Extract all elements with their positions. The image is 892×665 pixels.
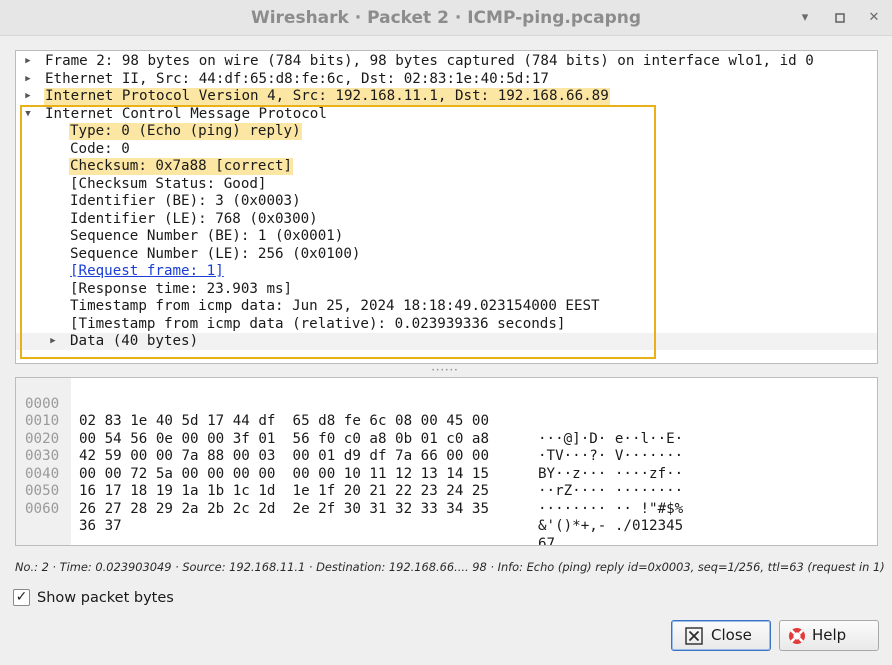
tree-item-timestamp-relative[interactable]: [Timestamp from icmp data (relative): 0.… bbox=[16, 316, 877, 333]
hex-bytes[interactable]: 26 27 28 29 2a 2b 2c 2d 2e 2f 30 31 32 3… bbox=[79, 501, 489, 519]
close-button[interactable]: Close bbox=[671, 620, 771, 651]
tree-item-icmp-code[interactable]: Code: 0 bbox=[16, 141, 877, 158]
tree-item-data[interactable]: ▶ Data (40 bytes) bbox=[16, 333, 877, 350]
hex-row[interactable]: 0060 36 37 67 bbox=[16, 483, 877, 546]
tree-item-label: Identifier (BE): 3 (0x0003) bbox=[70, 193, 301, 209]
help-button-label: Help bbox=[812, 626, 847, 644]
packet-bytes-pane[interactable]: 0000 02 83 1e 40 5d 17 44 df 65 d8 fe 6c… bbox=[15, 377, 878, 546]
tree-item-label: Code: 0 bbox=[70, 140, 130, 157]
tree-item-label: Type: 0 (Echo (ping) reply) bbox=[69, 123, 302, 140]
collapse-arrow-icon[interactable]: ▼ bbox=[22, 106, 34, 123]
lifebuoy-help-icon bbox=[789, 628, 805, 644]
help-button[interactable]: Help bbox=[779, 620, 879, 651]
tree-item-label: Timestamp from icmp data: Jun 25, 2024 1… bbox=[70, 298, 600, 314]
tree-item-icmp[interactable]: ▼ Internet Control Message Protocol bbox=[16, 106, 877, 123]
minimize-icon[interactable]: ▾ bbox=[795, 8, 815, 28]
packet-dialog: Wireshark · Packet 2 · ICMP-ping.pcapng … bbox=[0, 0, 892, 665]
tree-item-label: Ethernet II, Src: 44:df:65:d8:fe:6c, Dst… bbox=[45, 70, 549, 87]
close-button-label: Close bbox=[711, 626, 752, 644]
tree-item-label: [Response time: 23.903 ms] bbox=[70, 280, 293, 297]
expand-arrow-icon[interactable]: ▶ bbox=[22, 88, 34, 105]
tree-item-label: Internet Control Message Protocol bbox=[45, 105, 327, 122]
tree-item-response-time[interactable]: [Response time: 23.903 ms] bbox=[16, 281, 877, 298]
expand-arrow-icon[interactable]: ▶ bbox=[22, 71, 34, 88]
tree-item-label: Identifier (LE): 768 (0x0300) bbox=[70, 210, 318, 227]
hex-row[interactable]: 0010 00 54 56 0e 00 00 3f 01 56 f0 c0 a8… bbox=[16, 396, 877, 464]
hex-row[interactable]: 0030 00 00 72 5a 00 00 00 00 00 00 10 11… bbox=[16, 431, 877, 499]
tree-item-identifier-be[interactable]: Identifier (BE): 3 (0x0003) bbox=[16, 193, 877, 210]
expand-arrow-icon[interactable]: ▶ bbox=[22, 53, 34, 70]
hex-row[interactable]: 0020 42 59 00 00 7a 88 00 03 00 01 d9 df… bbox=[16, 413, 877, 482]
tree-item-icmp-type[interactable]: Type: 0 (Echo (ping) reply) bbox=[16, 123, 877, 140]
tree-item-label: Internet Protocol Version 4, Src: 192.16… bbox=[44, 88, 610, 105]
tree-item-checksum-status[interactable]: [Checksum Status: Good] bbox=[16, 176, 877, 193]
tree-item-request-frame[interactable]: [Request frame: 1] bbox=[16, 263, 877, 280]
tree-item-label: Data (40 bytes) bbox=[70, 333, 199, 349]
tree-item-frame[interactable]: ▶ Frame 2: 98 bytes on wire (784 bits), … bbox=[16, 53, 877, 70]
show-packet-bytes-label: Show packet bytes bbox=[37, 590, 174, 606]
hex-bytes[interactable]: 36 37 bbox=[79, 518, 122, 536]
close-x-icon bbox=[685, 627, 703, 645]
hex-row[interactable]: 0040 16 17 18 19 1a 1b 1c 1d 1e 1f 20 21… bbox=[16, 448, 877, 517]
close-icon[interactable]: ✕ bbox=[864, 8, 884, 28]
tree-item-label: [Timestamp from icmp data (relative): 0.… bbox=[70, 315, 566, 332]
tree-item-ethernet[interactable]: ▶ Ethernet II, Src: 44:df:65:d8:fe:6c, D… bbox=[16, 71, 877, 88]
packet-details-tree[interactable]: ▶ Frame 2: 98 bytes on wire (784 bits), … bbox=[15, 50, 878, 364]
show-packet-bytes-checkbox[interactable]: ✓ bbox=[13, 589, 30, 606]
tree-item-ipv4[interactable]: ▶ Internet Protocol Version 4, Src: 192.… bbox=[16, 88, 877, 105]
tree-item-checksum[interactable]: Checksum: 0x7a88 [correct] bbox=[16, 158, 877, 175]
tree-item-sequence-le[interactable]: Sequence Number (LE): 256 (0x0100) bbox=[16, 246, 877, 263]
packet-summary-status: No.: 2 · Time: 0.023903049 · Source: 192… bbox=[15, 560, 885, 574]
tree-item-sequence-be[interactable]: Sequence Number (BE): 1 (0x0001) bbox=[16, 228, 877, 245]
tree-item-label: Frame 2: 98 bytes on wire (784 bits), 98… bbox=[45, 53, 814, 69]
request-frame-link[interactable]: [Request frame: 1] bbox=[70, 263, 224, 280]
maximize-icon[interactable] bbox=[830, 8, 850, 28]
hex-row[interactable]: 0000 02 83 1e 40 5d 17 44 df 65 d8 fe 6c… bbox=[16, 378, 877, 447]
pane-splitter-handle[interactable]: •••••• bbox=[430, 368, 460, 374]
expand-arrow-icon[interactable]: ▶ bbox=[47, 333, 59, 350]
tree-item-label: [Checksum Status: Good] bbox=[70, 175, 267, 192]
ascii-bytes[interactable]: &'()*+,- ./012345 bbox=[538, 518, 683, 536]
hex-row[interactable]: 0050 26 27 28 29 2a 2b 2c 2d 2e 2f 30 31… bbox=[16, 466, 877, 534]
hex-offset: 0060 bbox=[25, 500, 60, 517]
title-bar: Wireshark · Packet 2 · ICMP-ping.pcapng … bbox=[0, 0, 892, 36]
ascii-bytes[interactable]: 67 bbox=[538, 536, 555, 546]
tree-item-label: Sequence Number (LE): 256 (0x0100) bbox=[70, 245, 361, 262]
ascii-bytes[interactable]: ········ ·· !"#$% bbox=[538, 501, 683, 519]
tree-item-identifier-le[interactable]: Identifier (LE): 768 (0x0300) bbox=[16, 211, 877, 228]
tree-item-timestamp[interactable]: Timestamp from icmp data: Jun 25, 2024 1… bbox=[16, 298, 877, 315]
window-title: Wireshark · Packet 2 · ICMP-ping.pcapng bbox=[250, 8, 642, 28]
tree-item-label: Sequence Number (BE): 1 (0x0001) bbox=[70, 228, 344, 244]
tree-item-label: Checksum: 0x7a88 [correct] bbox=[69, 158, 294, 175]
